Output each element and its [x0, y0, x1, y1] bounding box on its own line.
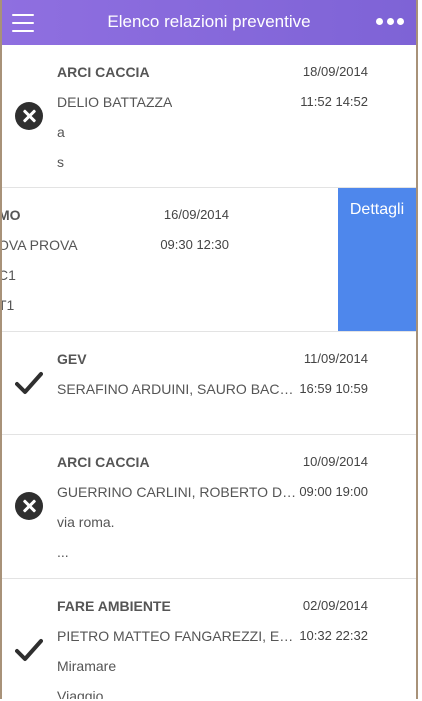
item-notes: ...	[57, 544, 69, 560]
item-date: 18/09/2014	[302, 64, 368, 79]
checkmark-icon	[15, 636, 43, 664]
item-notes: T1	[2, 297, 15, 313]
list-item[interactable]: GEV 11/09/2014 SERAFINO ARDUINI, SAURO B…	[2, 332, 416, 435]
list-item[interactable]: ARCI CACCIA 18/09/2014 DELIO BATTAZZA 11…	[2, 45, 416, 188]
item-date: 11/09/2014	[303, 351, 368, 366]
item-organization: FARE AMBIENTE	[57, 598, 171, 614]
page-title: Elenco relazioni preventive	[107, 12, 311, 31]
report-list: ARCI CACCIA 18/09/2014 DELIO BATTAZZA 11…	[2, 45, 416, 699]
item-times: 11:52 14:52	[300, 94, 368, 109]
item-people: GUERRINO CARLINI, ROBERTO DE...	[57, 484, 297, 500]
item-times: 16:59 10:59	[299, 381, 368, 396]
item-organization: ARCI CACCIA	[57, 64, 150, 80]
item-notes: s	[57, 154, 64, 170]
more-dots-icon[interactable]	[376, 18, 404, 26]
list-item-swiped[interactable]: MO 16/09/2014 OVA PROVA 09:30 12:30 C1 T…	[2, 188, 416, 332]
item-location: via roma.	[57, 514, 115, 530]
item-people: PIETRO MATTEO FANGAREZZI, ED...	[57, 628, 297, 644]
item-notes: Viaggio	[57, 688, 104, 699]
item-date: 02/09/2014	[302, 598, 368, 613]
item-date: 10/09/2014	[302, 454, 368, 469]
list-item[interactable]: FARE AMBIENTE 02/09/2014 PIETRO MATTEO F…	[2, 579, 416, 699]
item-date: 16/09/2014	[163, 207, 229, 222]
item-people: SERAFINO ARDUINI, SAURO BACC...	[57, 381, 297, 397]
app-frame: Elenco relazioni preventive ARCI CACCIA …	[0, 0, 418, 699]
item-location: C1	[2, 267, 16, 283]
x-circle-icon	[15, 102, 43, 130]
item-organization: GEV	[57, 351, 87, 367]
details-button[interactable]: Dettagli	[338, 188, 416, 331]
item-people: DELIO BATTAZZA	[57, 94, 173, 110]
swiped-item-content: MO 16/09/2014 OVA PROVA 09:30 12:30 C1 T…	[2, 188, 357, 331]
item-times: 09:30 12:30	[160, 237, 229, 252]
item-people: OVA PROVA	[2, 237, 78, 253]
item-times: 10:32 22:32	[299, 628, 368, 643]
x-circle-icon	[15, 492, 43, 520]
item-organization: ARCI CACCIA	[57, 454, 150, 470]
item-times: 09:00 19:00	[299, 484, 368, 499]
checkmark-icon	[15, 369, 43, 397]
item-location: a	[57, 124, 65, 140]
item-location: Miramare	[57, 658, 117, 674]
item-organization: MO	[2, 207, 21, 223]
header-bar: Elenco relazioni preventive	[2, 0, 416, 45]
list-item[interactable]: ARCI CACCIA 10/09/2014 GUERRINO CARLINI,…	[2, 435, 416, 579]
